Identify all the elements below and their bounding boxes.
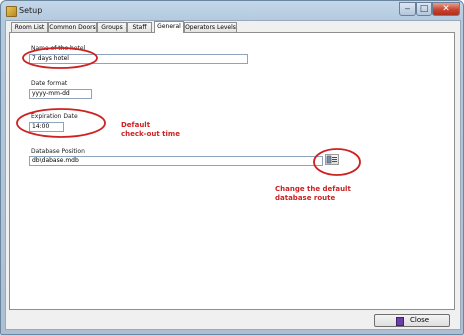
database-browse-button[interactable] <box>325 154 339 165</box>
tab-general[interactable]: General <box>154 21 184 33</box>
route-annotation-line1: Change the default <box>275 185 351 193</box>
maximize-button[interactable]: □ <box>416 2 432 16</box>
expiration-date-label: Expiration Date <box>31 113 78 120</box>
tab-groups[interactable]: Groups <box>97 22 127 32</box>
close-button-label: Close <box>410 316 430 324</box>
app-icon <box>6 6 17 17</box>
checkout-annotation-line2: check-out time <box>121 130 180 138</box>
date-format-input[interactable]: yyyy-mm-dd <box>29 89 92 99</box>
window-title: Setup <box>19 6 43 15</box>
database-icon <box>326 155 337 164</box>
hotel-name-input[interactable]: 7 days hotel <box>29 54 248 64</box>
tab-staff[interactable]: Staff <box>127 22 152 32</box>
hotel-name-label: Name of the hotel <box>31 45 86 52</box>
door-icon <box>396 317 404 326</box>
tab-room-list[interactable]: Room List <box>11 22 48 32</box>
close-window-button[interactable]: ✕ <box>432 2 460 16</box>
client-area: Room List Common Doors Groups Staff Gene… <box>5 20 461 330</box>
route-annotation-line2: database route <box>275 194 336 202</box>
checkout-annotation: Default check-out time <box>121 121 180 139</box>
database-position-label: Database Position <box>31 148 85 155</box>
bottom-bar: Close <box>6 310 460 329</box>
checkout-annotation-line1: Default <box>121 121 151 129</box>
tab-common-doors[interactable]: Common Doors <box>48 22 97 32</box>
general-panel <box>9 32 455 310</box>
route-annotation: Change the default database route <box>275 185 351 203</box>
minimize-button[interactable]: ‒ <box>399 2 416 16</box>
date-format-label: Date format <box>31 80 68 87</box>
tab-operators-levels[interactable]: Operators Levels <box>184 22 237 32</box>
title-bar[interactable]: Setup ‒ □ ✕ <box>1 1 463 21</box>
close-button[interactable]: Close <box>374 314 450 327</box>
expiration-time-input[interactable]: 14:00 <box>29 122 64 132</box>
database-position-input[interactable]: db\dabase.mdb <box>29 156 323 166</box>
